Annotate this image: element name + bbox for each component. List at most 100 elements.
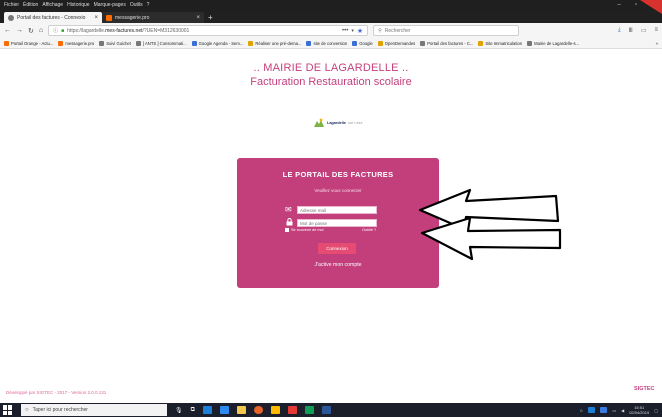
bookmark-item[interactable]: Google Agenda - Sem...: [191, 40, 243, 46]
bookmark-item[interactable]: Réaliser une pré-dema...: [248, 40, 301, 46]
app-icon[interactable]: [287, 406, 297, 414]
menu-outils[interactable]: Outils: [130, 2, 143, 8]
bookmark-item[interactable]: OpenDemandes: [377, 40, 415, 46]
ie-icon[interactable]: [202, 406, 212, 414]
bookmark-item[interactable]: Suivi Guichet: [99, 40, 131, 46]
bookmark-favicon-icon: [58, 40, 64, 46]
menu-edition[interactable]: Édition: [23, 2, 38, 8]
menu-fichier[interactable]: Fichier: [4, 2, 19, 8]
footer-credits: Développé par SIGTEC - 2017 - Version 2.…: [6, 390, 107, 395]
bookmark-item[interactable]: Portail des factures - C...: [420, 40, 473, 46]
close-window-button[interactable]: ✕: [651, 2, 656, 9]
url-bar[interactable]: ⓘ ■ https://lagardelle.mes-factures.net/…: [48, 25, 369, 36]
bookmarks-bar: Portail Orange - Actu... messagerie.pro Su…: [0, 38, 662, 49]
firefox-icon[interactable]: [253, 406, 263, 414]
login-subtitle: Veuillez vous connecter: [314, 188, 362, 193]
url-text: https://lagardelle.mes-factures.net/?UEN…: [67, 27, 190, 34]
menu-bar: Fichier Édition Affichage Historique Mar…: [0, 0, 662, 10]
notifications-icon[interactable]: ▢: [654, 408, 658, 413]
pocket-icon[interactable]: ▾: [351, 28, 354, 34]
bookmark-item[interactable]: [ ANTS ] Consommati...: [135, 40, 187, 46]
system-tray: ☺ ▭ ◀ 15:51 02/04/2019 ▢: [579, 405, 662, 415]
nav-bar: ← → ↻ ⌂ ⓘ ■ https://lagardelle.mes-factu…: [0, 23, 662, 38]
windows-start-icon[interactable]: [3, 405, 13, 415]
bookmark-item[interactable]: Site Immatriculation: [478, 40, 522, 46]
close-tab-icon[interactable]: ×: [94, 15, 98, 21]
reload-icon[interactable]: ↻: [28, 27, 34, 35]
remember-checkbox[interactable]: [285, 228, 289, 232]
page-subtitle: Facturation Restauration scolaire: [250, 76, 412, 88]
bookmark-star-icon[interactable]: ★: [357, 27, 363, 35]
tab-label: Portail des factures - Connexio: [17, 14, 86, 21]
bookmark-favicon-icon: [420, 40, 426, 46]
logo-text: Lagardelle: [327, 121, 346, 125]
bookmark-favicon-icon: [478, 40, 484, 46]
clock[interactable]: 15:51 02/04/2019: [629, 405, 649, 415]
minimize-button[interactable]: –: [617, 2, 620, 9]
home-icon[interactable]: ⌂: [39, 27, 43, 34]
sigtec-logo: SIGTEC: [634, 386, 655, 392]
word-icon[interactable]: [321, 406, 331, 414]
bookmark-item[interactable]: Mairie de Lagardelle-s...: [527, 40, 579, 46]
tab-portail-factures[interactable]: Portail des factures - Connexio ×: [4, 12, 102, 23]
page-actions-icon[interactable]: •••: [342, 28, 348, 34]
volume-icon[interactable]: ◀: [621, 408, 624, 413]
forward-icon[interactable]: →: [16, 27, 23, 34]
tab-messagerie[interactable]: messagerie.pro ×: [102, 12, 204, 23]
menu-historique[interactable]: Historique: [67, 2, 90, 8]
connexion-button[interactable]: Connexion: [318, 243, 356, 254]
password-field[interactable]: [297, 219, 377, 227]
bookmark-favicon-icon: [248, 40, 254, 46]
info-icon: ⓘ: [53, 28, 59, 34]
tray-app-icon[interactable]: [588, 407, 596, 413]
bookmark-favicon-icon: [377, 40, 383, 46]
logo-suffix: sur Lèze: [348, 121, 363, 125]
lock-icon: [286, 218, 293, 228]
task-view-icon[interactable]: ⧉: [191, 407, 195, 414]
forgot-password-link[interactable]: Oublié ?: [362, 228, 376, 232]
page-title: .. MAIRIE DE LAGARDELLE ..: [253, 62, 409, 74]
network-icon[interactable]: ▭: [612, 408, 616, 413]
activate-account-link[interactable]: J'active mon compte: [237, 262, 439, 268]
maximize-button[interactable]: ▫: [635, 2, 637, 9]
menu-marque-pages[interactable]: Marque-pages: [94, 2, 126, 8]
lock-icon: ■: [61, 27, 65, 34]
login-title: LE PORTAIL DES FACTURES: [282, 170, 394, 179]
library-icon[interactable]: Ⅲ: [629, 27, 633, 34]
tray-app2-icon[interactable]: [600, 407, 608, 413]
menu-affichage[interactable]: Affichage: [42, 2, 63, 8]
window-controls: – ▫ ✕: [617, 2, 662, 9]
new-tab-button[interactable]: +: [208, 12, 213, 23]
back-icon[interactable]: ←: [4, 27, 11, 34]
bookmark-item[interactable]: Portail Orange - Actu...: [4, 40, 53, 46]
close-tab-icon[interactable]: ×: [196, 15, 200, 21]
remember-me[interactable]: Se souvenir de moi: [285, 228, 324, 232]
bookmark-item[interactable]: messagerie.pro: [58, 40, 94, 46]
bookmark-favicon-icon: [99, 40, 105, 46]
taskbar-search[interactable]: ○ Taper ici pour rechercher: [21, 404, 167, 416]
email-field[interactable]: [297, 206, 377, 214]
file-explorer-icon[interactable]: [236, 406, 246, 414]
outlook-icon[interactable]: [270, 406, 280, 414]
sidebar-icon[interactable]: ▭: [641, 27, 647, 34]
search-input[interactable]: ⚲ Rechercher: [373, 25, 520, 36]
hamburger-menu-icon[interactable]: ≡: [654, 27, 658, 34]
download-icon[interactable]: ⤓: [618, 27, 621, 34]
envelope-icon: ✉: [285, 205, 292, 214]
orange-icon: [106, 14, 112, 21]
globe-icon: [8, 14, 14, 21]
lagardelle-logo: Lagardelle sur Lèze: [313, 116, 365, 130]
arrow-lower: [420, 216, 562, 261]
menu-help[interactable]: ?: [147, 2, 150, 8]
bookmark-item[interactable]: site de conversion: [306, 40, 347, 46]
edge-icon[interactable]: [219, 406, 229, 414]
bookmarks-overflow-icon[interactable]: »: [656, 41, 658, 46]
people-icon[interactable]: ☺: [579, 408, 583, 413]
logo-emblem-icon: [314, 118, 324, 127]
tab-bar: Portail des factures - Connexio × messag…: [0, 10, 662, 23]
search-icon: ⚲: [378, 27, 382, 34]
bookmark-favicon-icon: [135, 40, 141, 46]
microphone-icon[interactable]: 🎙: [175, 407, 183, 414]
bookmark-item[interactable]: Google: [352, 40, 373, 46]
app2-icon[interactable]: [304, 406, 314, 414]
